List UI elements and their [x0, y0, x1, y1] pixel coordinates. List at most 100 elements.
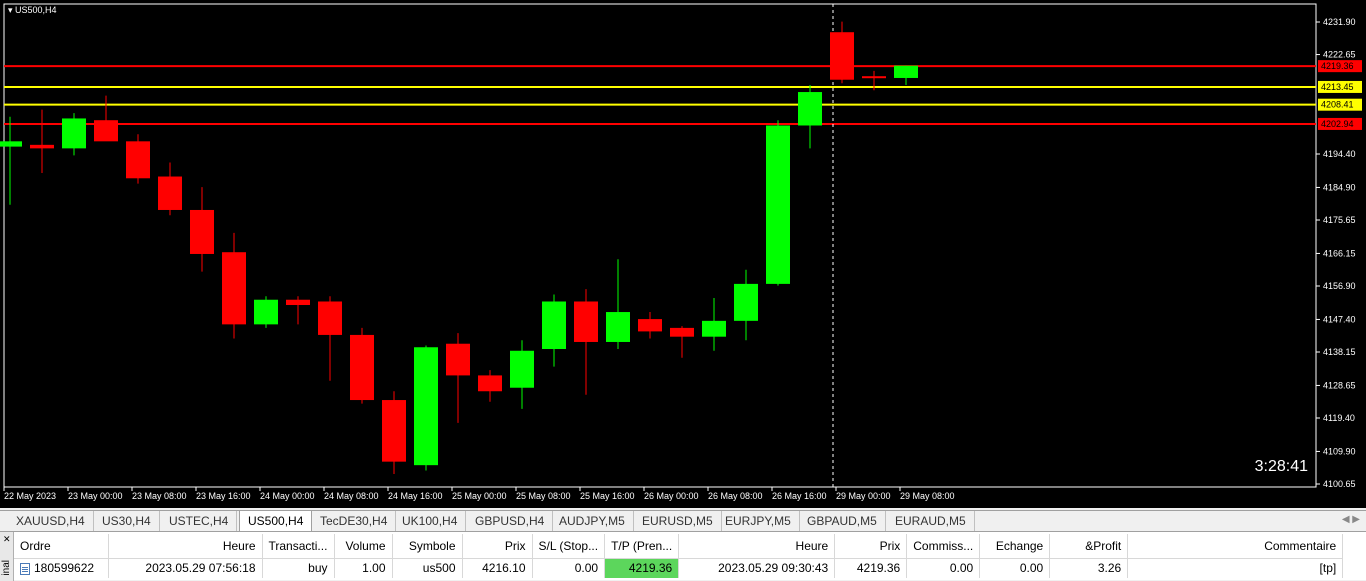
- time-tick-label: 26 May 16:00: [772, 491, 827, 501]
- candle-body: [766, 125, 790, 284]
- table-cell: [tp]: [1127, 557, 1344, 578]
- table-cell: 2023.05.29 07:56:18: [108, 557, 263, 578]
- chart-canvas[interactable]: 4231.90 4222.65 4194.40 4184.90 4175.65 4166.…: [0, 0, 1366, 508]
- column-header[interactable]: Echange: [979, 534, 1051, 558]
- chart-tab-gbpaud-m5[interactable]: GBPAUD,M5: [799, 511, 886, 531]
- candle-body: [830, 32, 854, 80]
- chart-tab-euraud-m5[interactable]: EURAUD,M5: [887, 511, 975, 531]
- cell-text: [tp]: [1319, 561, 1337, 576]
- column-header[interactable]: Symbole: [392, 534, 463, 558]
- cell-text: 2023.05.29 07:56:18: [145, 561, 256, 576]
- candle-body: [126, 141, 150, 179]
- chart-tab-audjpy-m5[interactable]: AUDJPY,M5: [551, 511, 634, 531]
- candle-body: [222, 252, 246, 325]
- chart-symbol-label[interactable]: ▾ US500,H4: [8, 5, 57, 16]
- table-cell: 4216.10: [462, 557, 533, 578]
- price-tick-label: 4100.65: [1323, 479, 1356, 489]
- candle-body: [62, 118, 86, 149]
- history-table: Ordre Heure Transacti... Volume Symbole Prix S…: [14, 534, 1344, 578]
- price-chart[interactable]: 4231.90 4222.65 4194.40 4184.90 4175.65 4166.…: [0, 0, 1366, 508]
- chart-tab-bar: XAUUSD,H4 US30,H4 USTEC,H4 US500,H4 TecDE30,…: [0, 510, 1366, 531]
- time-tick-label: 25 May 00:00: [452, 491, 507, 501]
- cell-text: 0.00: [574, 561, 599, 576]
- cell-text: 2023.05.29 09:30:43: [718, 561, 829, 576]
- cell-text: buy: [308, 561, 328, 576]
- candle-body: [798, 92, 822, 126]
- history-terminal-panel: ✕ inal Ordre Heure Transacti... Volume Symbo…: [0, 531, 1366, 581]
- chart-tab-xauusd-h4[interactable]: XAUUSD,H4: [8, 511, 94, 531]
- column-header[interactable]: Heure: [678, 534, 836, 558]
- candle-body: [350, 334, 374, 401]
- cell-text: 4216.10: [482, 561, 526, 576]
- price-tick-label: 4166.15: [1323, 248, 1356, 258]
- candle-body: [510, 350, 534, 388]
- table-cell: 4219.36: [834, 557, 908, 578]
- table-row[interactable]: 180599622 2023.05.29 07:56:18 buy 1.00 us500…: [14, 557, 1344, 578]
- table-header-row: Ordre Heure Transacti... Volume Symbole Prix S…: [14, 534, 1344, 558]
- table-cell: 3.26: [1049, 557, 1129, 578]
- tab-scroll-arrows[interactable]: ◀ ▶: [1342, 514, 1360, 525]
- candle-body: [670, 327, 694, 337]
- chart-tab-us30-h4[interactable]: US30,H4: [94, 511, 160, 531]
- price-level-label: 4202.94: [1321, 119, 1354, 129]
- terminal-side-strip: ✕ inal: [0, 532, 14, 581]
- chart-tab-us500-h4[interactable]: US500,H4: [239, 510, 313, 531]
- column-header[interactable]: Commentaire: [1127, 534, 1344, 558]
- chart-tab-eurusd-m5[interactable]: EURUSD,M5: [634, 511, 722, 531]
- time-tick-label: 29 May 00:00: [836, 491, 891, 501]
- price-tick-label: 4109.90: [1323, 446, 1356, 456]
- candle-body: [734, 283, 758, 321]
- chart-tab-ustec-h4[interactable]: USTEC,H4: [161, 511, 238, 531]
- cell-text: 1.00: [362, 561, 386, 576]
- chart-tab-eurjpy-m5[interactable]: EURJPY,M5: [717, 511, 800, 531]
- column-header[interactable]: Ordre: [14, 534, 109, 558]
- price-tick-label: 4194.40: [1323, 149, 1356, 159]
- time-tick-label: 24 May 16:00: [388, 491, 443, 501]
- candle-body: [30, 144, 54, 149]
- candle-body: [606, 312, 630, 342]
- time-tick-label: 22 May 2023: [4, 491, 56, 501]
- time-tick-label: 26 May 08:00: [708, 491, 763, 501]
- time-tick-label: 24 May 08:00: [324, 491, 379, 501]
- table-cell: 180599622: [14, 557, 109, 578]
- chart-tab-uk100-h4[interactable]: UK100,H4: [394, 511, 467, 531]
- order-icon: [20, 563, 30, 576]
- time-tick-label: 23 May 08:00: [132, 491, 187, 501]
- column-header[interactable]: &Profit: [1049, 534, 1129, 558]
- column-header[interactable]: Transacti...: [262, 534, 335, 558]
- price-level-label: 4208.41: [1321, 100, 1354, 110]
- cell-text: 180599622: [34, 561, 95, 576]
- column-header[interactable]: Prix: [834, 534, 908, 558]
- cell-text: 0.00: [1019, 561, 1044, 576]
- chart-tab-gbpusd-h4[interactable]: GBPUSD,H4: [467, 511, 554, 531]
- candle-countdown-timer: 3:28:41: [1254, 458, 1308, 475]
- time-tick-label: 29 May 08:00: [900, 491, 955, 501]
- table-cell: 0.00: [979, 557, 1051, 578]
- terminal-side-label: inal: [1, 560, 12, 576]
- candle-body: [894, 65, 918, 78]
- close-icon[interactable]: ✕: [3, 534, 11, 545]
- column-header[interactable]: Heure: [108, 534, 263, 558]
- table-cell: 0.00: [532, 557, 606, 578]
- column-header[interactable]: Commiss...: [906, 534, 981, 558]
- time-tick-label: 23 May 00:00: [68, 491, 123, 501]
- table-cell: 0.00: [906, 557, 981, 578]
- chart-tab-tecde30-h4[interactable]: TecDE30,H4: [312, 511, 397, 531]
- cell-text: 0.00: [949, 561, 974, 576]
- column-header[interactable]: S/L (Stop...: [532, 534, 606, 558]
- price-tick-label: 4184.90: [1323, 182, 1356, 192]
- price-tick-label: 4128.65: [1323, 380, 1356, 390]
- price-tick-label: 4156.90: [1323, 281, 1356, 291]
- candle-body: [158, 176, 182, 210]
- column-header[interactable]: Volume: [334, 534, 393, 558]
- column-header[interactable]: Prix: [462, 534, 533, 558]
- column-header[interactable]: T/P (Pren...: [604, 534, 680, 558]
- time-tick-label: 24 May 00:00: [260, 491, 315, 501]
- price-tick-label: 4222.65: [1323, 50, 1356, 60]
- time-tick-label: 26 May 00:00: [644, 491, 699, 501]
- time-tick-label: 25 May 16:00: [580, 491, 635, 501]
- candle-body: [94, 120, 118, 142]
- price-tick-label: 4147.40: [1323, 314, 1356, 324]
- candle-body: [702, 320, 726, 337]
- cell-text: 3.26: [1097, 561, 1122, 576]
